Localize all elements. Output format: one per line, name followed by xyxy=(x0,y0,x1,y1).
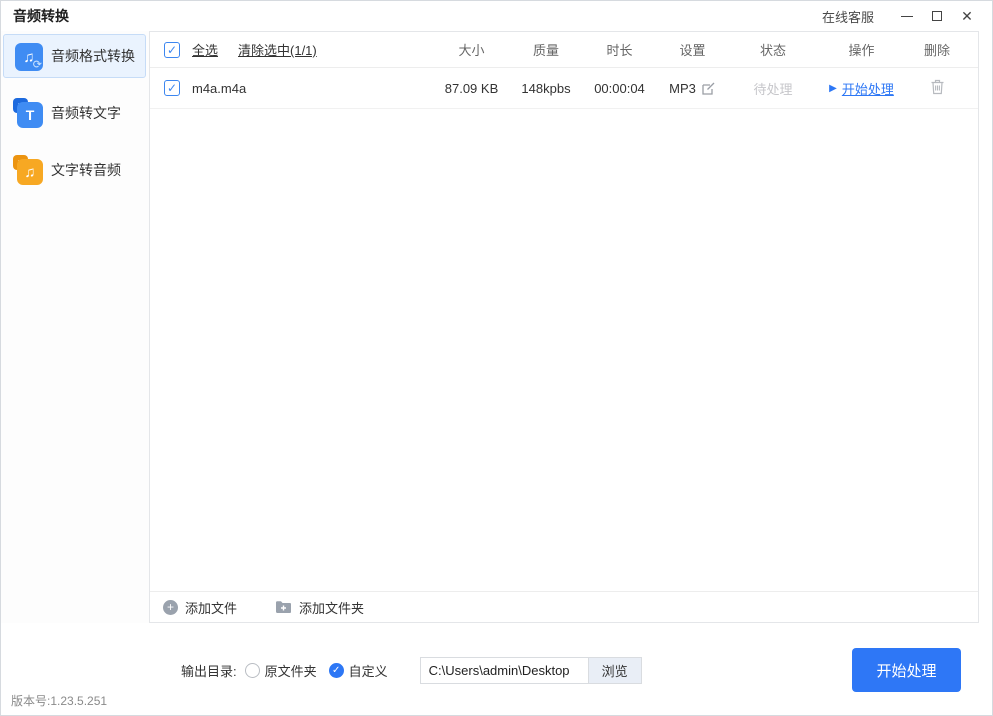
sidebar-item-label: 音频格式转换 xyxy=(51,46,135,66)
trash-icon[interactable] xyxy=(930,79,945,95)
file-cell: ✓ m4a.m4a xyxy=(164,80,434,96)
audio-format-convert-icon: ♫ ⟳ xyxy=(13,41,43,71)
window-title: 音频转换 xyxy=(13,6,69,26)
file-list-panel: ✓ 全选 清除选中(1/1) 大小 质量 时长 设置 状态 操作 删除 ✓ m4… xyxy=(149,31,979,623)
add-files-bar: + 添加文件 添加文件夹 xyxy=(150,591,978,622)
row-start-process-label: 开始处理 xyxy=(842,79,894,98)
radio-custom-folder[interactable]: ✓ 自定义 xyxy=(329,661,388,680)
titlebar: 音频转换 在线客服 ✕ xyxy=(1,1,992,31)
footer-bar: 输出目录: 原文件夹 ✓ 自定义 浏览 开始处理 版本号:1.23.5.251 xyxy=(1,623,992,716)
file-duration: 00:00:04 xyxy=(583,81,656,96)
minimize-icon xyxy=(901,16,913,17)
file-format-cell: MP3 xyxy=(656,81,729,96)
letter-t-icon: T xyxy=(26,107,35,123)
start-process-button[interactable]: 开始处理 xyxy=(852,648,961,692)
browse-button[interactable]: 浏览 xyxy=(588,657,642,684)
add-file-label: 添加文件 xyxy=(185,598,237,617)
version-label: 版本号:1.23.5.251 xyxy=(11,692,107,709)
sync-icon: ⟳ xyxy=(33,58,42,71)
edit-format-icon[interactable] xyxy=(701,81,716,96)
list-header-row: ✓ 全选 清除选中(1/1) 大小 质量 时长 设置 状态 操作 删除 xyxy=(150,32,978,68)
play-icon: ▶ xyxy=(829,83,837,94)
radio-original-folder[interactable]: 原文件夹 xyxy=(245,661,317,680)
maximize-icon xyxy=(932,11,942,21)
file-size: 87.09 KB xyxy=(434,81,509,96)
add-file-icon: + xyxy=(163,600,178,615)
radio-on-icon: ✓ xyxy=(329,663,344,678)
delete-cell xyxy=(906,79,968,98)
column-header-delete: 删除 xyxy=(906,40,968,59)
select-all-link[interactable]: 全选 xyxy=(192,40,218,59)
sidebar-item-label: 文字转音频 xyxy=(51,160,121,180)
music-note-icon: ♫ xyxy=(24,164,35,181)
action-cell: ▶ 开始处理 xyxy=(817,79,906,98)
row-checkbox[interactable]: ✓ xyxy=(164,80,180,96)
add-folder-icon xyxy=(275,600,292,614)
column-header-action: 操作 xyxy=(817,40,906,59)
column-header-status: 状态 xyxy=(729,40,817,59)
status-badge: 待处理 xyxy=(729,79,817,98)
add-folder-label: 添加文件夹 xyxy=(299,598,364,617)
audio-to-text-icon: ↘ T xyxy=(13,98,43,128)
close-button[interactable]: ✕ xyxy=(952,4,982,28)
column-header-size: 大小 xyxy=(434,40,509,59)
online-service-link[interactable]: 在线客服 xyxy=(822,7,874,26)
close-icon: ✕ xyxy=(961,9,973,23)
radio-off-icon xyxy=(245,663,260,678)
sidebar-item-text-to-audio[interactable]: ↘ ♫ 文字转音频 xyxy=(3,148,146,192)
empty-list-area xyxy=(150,109,978,591)
select-all-checkbox[interactable]: ✓ xyxy=(164,42,180,58)
header-select-group: ✓ 全选 清除选中(1/1) xyxy=(164,40,434,59)
radio-original-label: 原文件夹 xyxy=(265,661,317,680)
check-icon: ✓ xyxy=(167,43,177,57)
maximize-button[interactable] xyxy=(922,4,952,28)
sidebar-item-label: 音频转文字 xyxy=(51,103,121,123)
minimize-button[interactable] xyxy=(892,4,922,28)
column-header-duration: 时长 xyxy=(583,40,656,59)
output-dir-label: 输出目录: xyxy=(181,661,237,680)
text-to-audio-icon: ↘ ♫ xyxy=(13,155,43,185)
clear-selected-link[interactable]: 清除选中(1/1) xyxy=(238,40,317,59)
sidebar-item-audio-to-text[interactable]: ↘ T 音频转文字 xyxy=(3,91,146,135)
radio-custom-label: 自定义 xyxy=(349,661,388,680)
row-start-process-link[interactable]: ▶ 开始处理 xyxy=(829,79,894,98)
file-name: m4a.m4a xyxy=(192,81,246,96)
add-folder-button[interactable]: 添加文件夹 xyxy=(275,598,364,617)
file-format: MP3 xyxy=(669,81,696,96)
file-quality: 148kpbs xyxy=(509,81,583,96)
column-header-settings: 设置 xyxy=(656,40,729,59)
main-area: ♫ ⟳ 音频格式转换 ↘ T 音频转文字 ↘ ♫ 文字转音频 ✓ xyxy=(1,31,992,623)
sidebar-item-audio-format-convert[interactable]: ♫ ⟳ 音频格式转换 xyxy=(3,34,146,78)
table-row: ✓ m4a.m4a 87.09 KB 148kpbs 00:00:04 MP3 … xyxy=(150,68,978,109)
check-icon: ✓ xyxy=(167,81,177,95)
sidebar: ♫ ⟳ 音频格式转换 ↘ T 音频转文字 ↘ ♫ 文字转音频 xyxy=(1,31,149,623)
add-file-button[interactable]: + 添加文件 xyxy=(163,598,237,617)
output-path-input[interactable] xyxy=(420,657,588,684)
column-header-quality: 质量 xyxy=(509,40,583,59)
